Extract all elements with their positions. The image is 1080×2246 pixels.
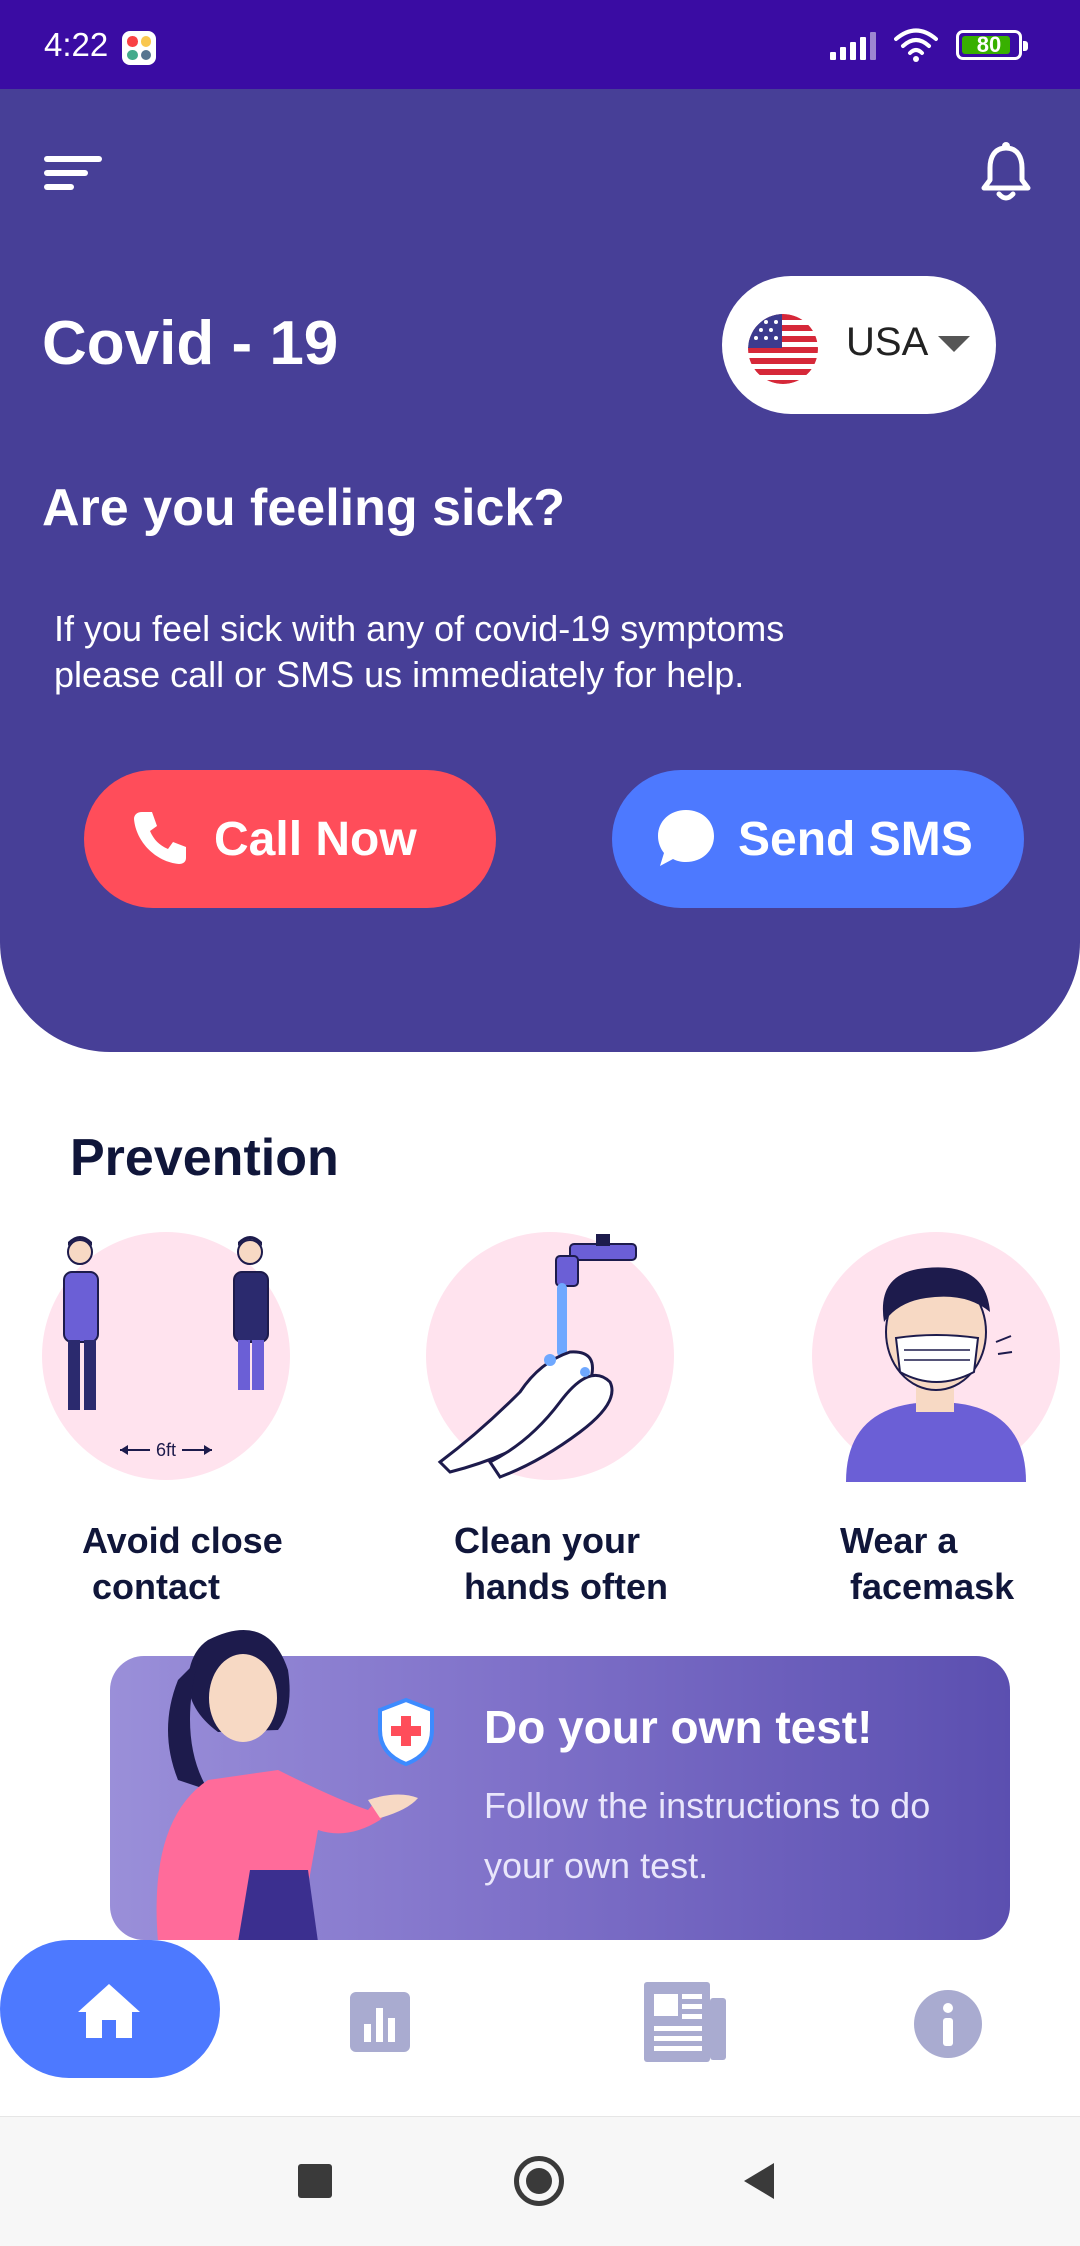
- woman-illustration: [156, 1630, 418, 1942]
- own-test-subtitle: Follow the instructions to do your own t…: [484, 1785, 931, 1886]
- recents-icon[interactable]: [298, 2164, 332, 2198]
- battery-icon: 80: [956, 30, 1028, 60]
- signal-icon: [830, 30, 876, 60]
- shield-icon: [378, 1697, 434, 1767]
- sick-message: If you feel sick with any of covid-19 sy…: [54, 608, 785, 695]
- country-dropdown[interactable]: USA: [722, 276, 996, 414]
- country-label: USA: [846, 320, 929, 364]
- nav-home-button[interactable]: [0, 1940, 220, 2078]
- prevention-item-facemask[interactable]: Wear a facemask: [806, 1232, 1066, 1622]
- prevention-label-distance: Avoid close contact: [82, 1520, 283, 1607]
- info-icon[interactable]: [912, 1988, 984, 2060]
- stats-icon[interactable]: [348, 1990, 412, 2054]
- chat-bubble-icon: [658, 810, 714, 866]
- send-sms-label: Send SMS: [738, 813, 973, 866]
- call-now-label: Call Now: [214, 813, 417, 866]
- chevron-down-icon: [938, 336, 970, 352]
- call-now-button[interactable]: Call Now: [84, 770, 496, 908]
- home-icon: [78, 1984, 140, 2038]
- prevention-item-distance[interactable]: 6ft Avoid close contact: [40, 1232, 300, 1622]
- prevention-title: Prevention: [70, 1129, 339, 1187]
- status-bar: 4:22 80: [0, 0, 1080, 89]
- back-icon[interactable]: [744, 2163, 774, 2199]
- app-notification-icon: [122, 31, 156, 65]
- send-sms-button[interactable]: Send SMS: [612, 770, 1024, 908]
- prevention-item-handwash[interactable]: Clean your hands often: [420, 1232, 680, 1622]
- face-mask-icon: [846, 1267, 1026, 1482]
- prevention-label-facemask: Wear a facemask: [840, 1520, 1015, 1607]
- home-system-icon[interactable]: [514, 2156, 564, 2206]
- own-test-title: Do your own test!: [484, 1701, 873, 1753]
- sick-question: Are you feeling sick?: [42, 479, 566, 537]
- prevention-label-handwash: Clean your hands often: [454, 1520, 668, 1607]
- status-indicators: 80: [830, 28, 1028, 62]
- page-title: Covid - 19: [42, 309, 339, 378]
- us-flag-icon: [748, 314, 818, 384]
- battery-level: 80: [976, 32, 1002, 57]
- status-time: 4:22: [44, 26, 109, 63]
- hand-wash-icon: [437, 1234, 637, 1479]
- social-distance-icon: 6ft: [63, 1236, 269, 1460]
- news-icon[interactable]: [642, 1980, 728, 2064]
- menu-icon[interactable]: [44, 150, 104, 190]
- phone-icon: [134, 812, 186, 864]
- bell-icon[interactable]: [978, 140, 1034, 204]
- distance-label: 6ft: [156, 1440, 176, 1460]
- wifi-icon: [894, 28, 938, 62]
